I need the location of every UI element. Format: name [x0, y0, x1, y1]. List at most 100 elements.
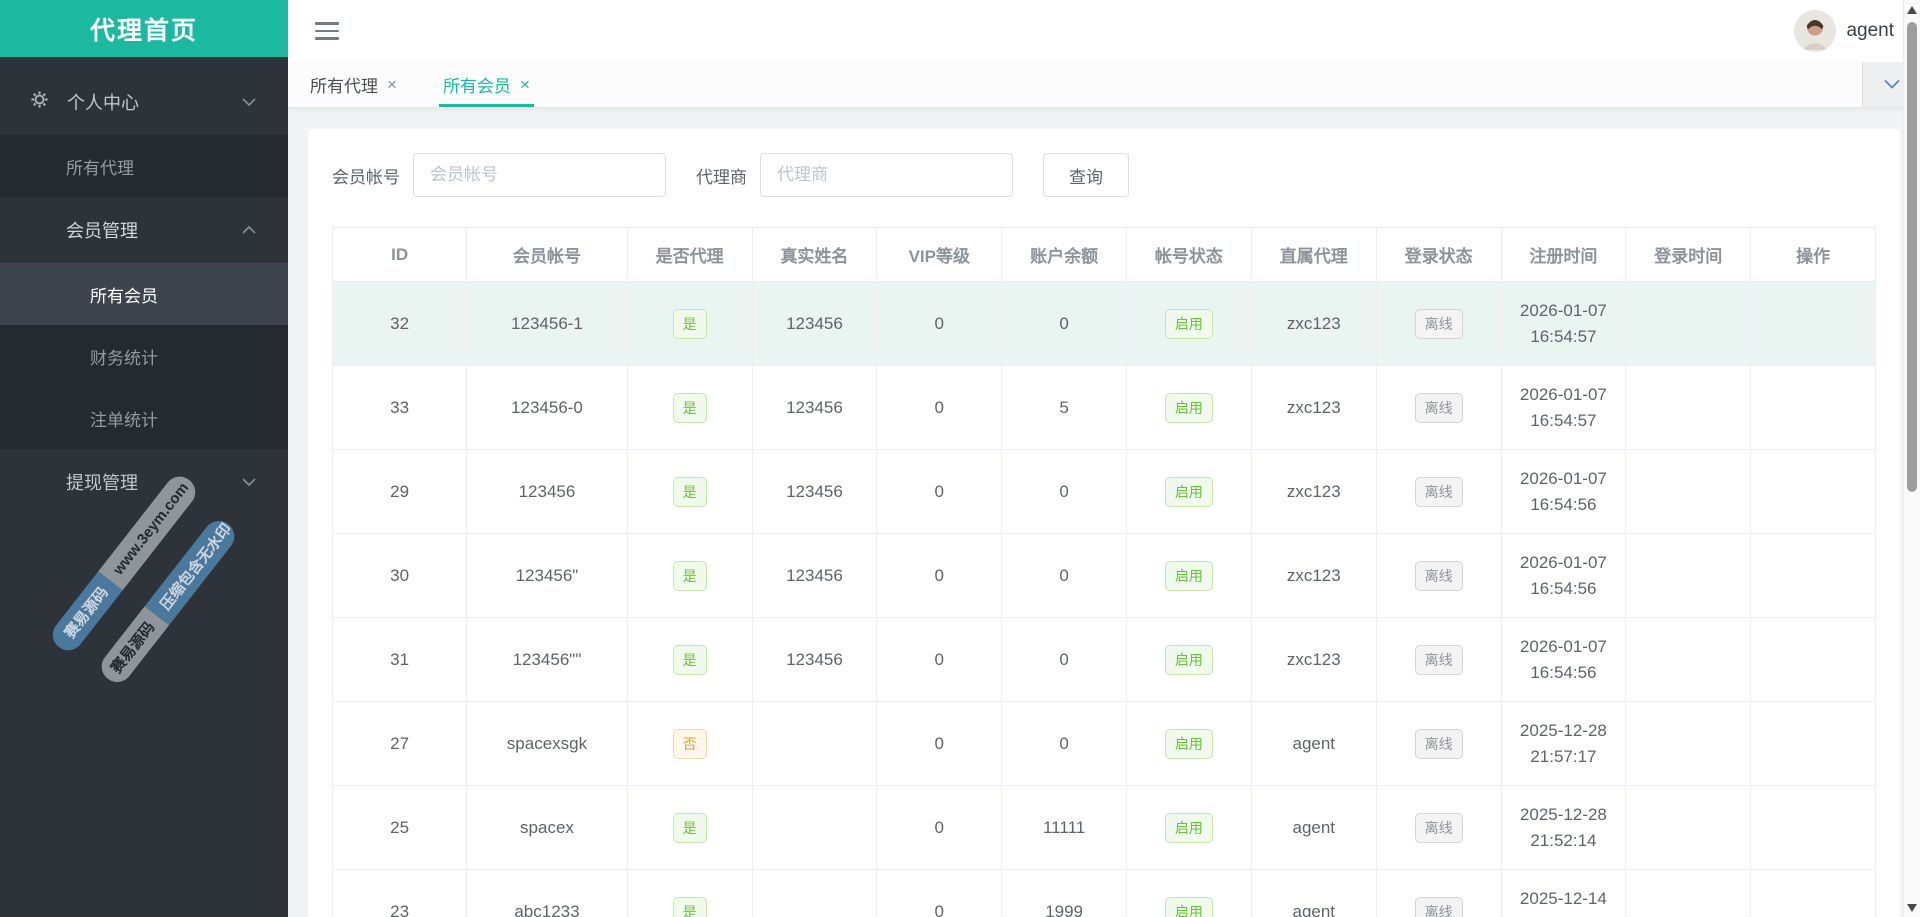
- cell-login-time: [1626, 870, 1751, 917]
- table-row[interactable]: 23abc1233是01999启用agent离线2025-12-1413:07:…: [333, 870, 1876, 917]
- cell-id: 31: [333, 618, 467, 702]
- cell-account-status: 启用: [1127, 450, 1252, 534]
- sidebar-item-all-members[interactable]: 所有会员: [0, 263, 288, 325]
- filter-bar: 会员帐号 代理商 查询: [332, 153, 1876, 197]
- sidebar-item-label: 注单统计: [90, 406, 158, 431]
- scrollbar-thumb[interactable]: [1907, 22, 1917, 492]
- status-badge: 启用: [1165, 729, 1213, 759]
- cell-login-state: 离线: [1376, 702, 1501, 786]
- table-row[interactable]: 25spacex是011111启用agent离线2025-12-2821:52:…: [333, 786, 1876, 870]
- sidebar-item-withdraw-management[interactable]: 提现管理: [0, 449, 288, 515]
- close-icon[interactable]: ×: [520, 75, 530, 95]
- hamburger-icon[interactable]: [315, 17, 339, 45]
- status-badge: 是: [673, 309, 707, 339]
- cell-balance: 0: [1002, 534, 1127, 618]
- table-row[interactable]: 30123456"是12345600启用zxc123离线2026-01-0716…: [333, 534, 1876, 618]
- cell-parent-agent: agent: [1251, 786, 1376, 870]
- cell-login-time: [1626, 282, 1751, 366]
- cell-account: 123456": [467, 534, 627, 618]
- status-badge: 启用: [1165, 561, 1213, 591]
- status-badge: 离线: [1415, 645, 1463, 675]
- cell-login-state: 离线: [1376, 450, 1501, 534]
- cell-vip-level: 0: [877, 534, 1002, 618]
- sidebar-item-label: 提现管理: [30, 469, 138, 495]
- cell-vip-level: 0: [877, 282, 1002, 366]
- watermark-text: 赛易源码: [95, 606, 169, 688]
- user-menu[interactable]: agent: [1794, 10, 1894, 52]
- cell-real-name: 123456: [752, 450, 877, 534]
- status-badge: 离线: [1415, 729, 1463, 759]
- table-row[interactable]: 29123456是12345600启用zxc123离线2026-01-0716:…: [333, 450, 1876, 534]
- members-table: ID会员帐号是否代理真实姓名VIP等级账户余额帐号状态直属代理登录状态注册时间登…: [332, 227, 1876, 917]
- sidebar-item-label: 会员管理: [30, 217, 138, 243]
- cell-id: 33: [333, 366, 467, 450]
- cell-parent-agent: agent: [1251, 870, 1376, 917]
- cell-balance: 0: [1002, 450, 1127, 534]
- gear-icon: [30, 90, 49, 114]
- avatar[interactable]: [1794, 10, 1836, 52]
- cell-register-time: 2026-01-0716:54:56: [1501, 450, 1626, 534]
- status-badge: 离线: [1415, 393, 1463, 423]
- cell-account: 123456"": [467, 618, 627, 702]
- cell-account: 123456-0: [467, 366, 627, 450]
- cell-account-status: 启用: [1127, 366, 1252, 450]
- main-area: agent 所有代理 × 所有会员 × 会员帐号 代理商: [288, 0, 1920, 917]
- status-badge: 离线: [1415, 897, 1463, 917]
- tab-bar: 所有代理 × 所有会员 ×: [288, 62, 1920, 108]
- content-card: 会员帐号 代理商 查询 ID会员帐号是否代理真实姓名VIP等级账户余额帐号状态直…: [308, 129, 1900, 917]
- status-badge: 离线: [1415, 309, 1463, 339]
- table-row[interactable]: 31123456""是12345600启用zxc123离线2026-01-071…: [333, 618, 1876, 702]
- tab-label: 所有会员: [443, 72, 511, 97]
- table-row[interactable]: 33123456-0是12345605启用zxc123离线2026-01-071…: [333, 366, 1876, 450]
- cell-balance: 0: [1002, 282, 1127, 366]
- cell-balance: 5: [1002, 366, 1127, 450]
- cell-real-name: 123456: [752, 618, 877, 702]
- sidebar-item-finance-stats[interactable]: 财务统计: [0, 325, 288, 387]
- cell-id: 23: [333, 870, 467, 917]
- cell-register-time: 2026-01-0716:54:56: [1501, 534, 1626, 618]
- cell-real-name: [752, 702, 877, 786]
- top-header: agent: [288, 0, 1920, 62]
- cell-login-time: [1626, 702, 1751, 786]
- scroll-up-arrow-icon[interactable]: [1907, 6, 1917, 14]
- table-row[interactable]: 27spacexsgk否00启用agent离线2025-12-2821:57:1…: [333, 702, 1876, 786]
- sidebar-item-label: 所有代理: [66, 154, 134, 179]
- agent-input[interactable]: [760, 153, 1013, 197]
- tab-label: 所有代理: [310, 72, 378, 97]
- sidebar-item-all-agents[interactable]: 所有代理: [0, 135, 288, 197]
- scrollbar[interactable]: [1903, 0, 1920, 917]
- sidebar-item-label: 所有会员: [90, 282, 158, 307]
- sidebar-item-personal-center[interactable]: 个人中心: [0, 69, 288, 135]
- cell-is-agent: 是: [627, 534, 752, 618]
- tab-all-agents[interactable]: 所有代理 ×: [310, 62, 397, 107]
- tab-all-members[interactable]: 所有会员 ×: [443, 62, 530, 107]
- cell-actions: [1751, 702, 1876, 786]
- chevron-up-icon: [242, 226, 256, 235]
- cell-real-name: 123456: [752, 534, 877, 618]
- status-badge: 是: [673, 645, 707, 675]
- cell-register-time: 2025-12-1413:07:34: [1501, 870, 1626, 917]
- cell-id: 25: [333, 786, 467, 870]
- cell-is-agent: 是: [627, 618, 752, 702]
- cell-actions: [1751, 870, 1876, 917]
- cell-parent-agent: zxc123: [1251, 534, 1376, 618]
- chevron-down-icon: [242, 98, 256, 107]
- member-account-input[interactable]: [413, 153, 666, 197]
- close-icon[interactable]: ×: [387, 75, 397, 95]
- sidebar-item-label: 财务统计: [90, 344, 158, 369]
- cell-account-status: 启用: [1127, 702, 1252, 786]
- query-button[interactable]: 查询: [1043, 153, 1129, 197]
- cell-vip-level: 0: [877, 702, 1002, 786]
- status-badge: 是: [673, 813, 707, 843]
- status-badge: 是: [673, 477, 707, 507]
- sidebar-item-bet-stats[interactable]: 注单统计: [0, 387, 288, 449]
- cell-vip-level: 0: [877, 366, 1002, 450]
- table-row[interactable]: 32123456-1是12345600启用zxc123离线2026-01-071…: [333, 282, 1876, 366]
- cell-balance: 1999: [1002, 870, 1127, 917]
- cell-login-state: 离线: [1376, 282, 1501, 366]
- scroll-down-arrow-icon[interactable]: [1907, 904, 1917, 912]
- cell-login-state: 离线: [1376, 618, 1501, 702]
- cell-id: 27: [333, 702, 467, 786]
- sidebar-item-member-management[interactable]: 会员管理: [0, 197, 288, 263]
- watermark-text: 赛易源码: [47, 571, 123, 656]
